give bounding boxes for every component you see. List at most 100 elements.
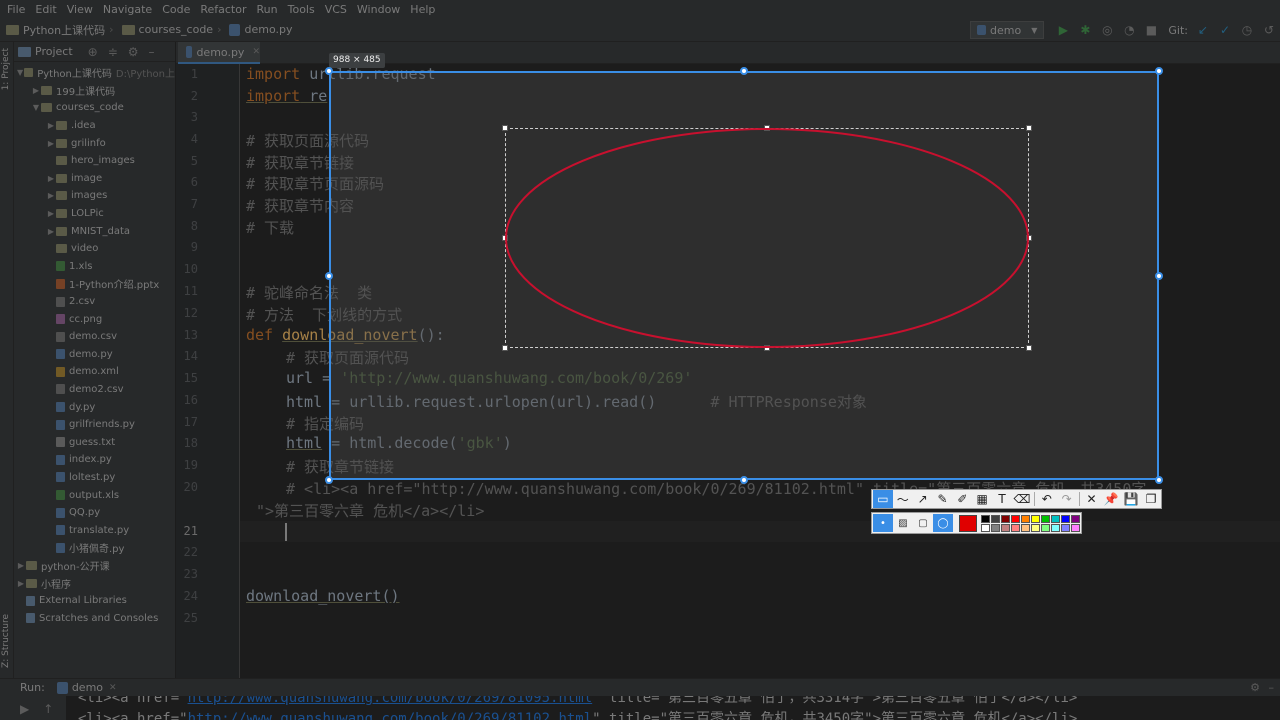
color-swatch[interactable]	[1071, 514, 1080, 523]
tree-item[interactable]: ▶ LOLPic	[14, 205, 175, 223]
mosaic-tool-icon[interactable]: ▦	[972, 490, 992, 508]
line-tool-icon[interactable]: 〜	[893, 490, 913, 508]
tree-item[interactable]: QQ.py	[14, 504, 175, 522]
text-tool-icon[interactable]: T	[992, 490, 1012, 508]
locate-icon[interactable]: ⊕	[88, 45, 98, 59]
git-commit-icon[interactable]: ✓	[1217, 23, 1233, 37]
resize-handle[interactable]	[325, 476, 333, 484]
tree-item[interactable]: 1.xls	[14, 258, 175, 276]
pen-tool-icon[interactable]: ✎	[933, 490, 953, 508]
tree-root[interactable]: ▼ Python上课代码 D:\Python上	[14, 64, 175, 82]
git-history-icon[interactable]: ◷	[1239, 23, 1255, 37]
color-swatch[interactable]	[1031, 523, 1040, 532]
tree-item[interactable]: index.py	[14, 451, 175, 469]
resize-handle[interactable]	[740, 476, 748, 484]
git-revert-icon[interactable]: ↺	[1261, 23, 1277, 37]
tree-item[interactable]: loltest.py	[14, 469, 175, 487]
run-console[interactable]: ▶ ↑ <li><a href="http://www.quanshuwang.…	[0, 696, 1280, 720]
color-swatch[interactable]	[981, 514, 990, 523]
debug-icon[interactable]: ✱	[1077, 23, 1093, 37]
menu-vcs[interactable]: VCS	[320, 3, 352, 16]
stop-icon[interactable]: ■	[1143, 23, 1159, 37]
shape-outline-icon[interactable]: ▢	[913, 514, 933, 532]
color-swatch[interactable]	[1041, 514, 1050, 523]
hide-icon[interactable]: –	[149, 45, 155, 59]
tree-item[interactable]: ▶ python-公开课	[14, 557, 175, 575]
tree-item[interactable]: ▶ 199上课代码	[14, 82, 175, 100]
color-swatch[interactable]	[1061, 514, 1070, 523]
stroke-size-small-icon[interactable]: •	[873, 514, 893, 532]
collapse-all-icon[interactable]: ≑	[108, 45, 118, 59]
tree-item[interactable]: Scratches and Consoles	[14, 609, 175, 627]
color-swatch[interactable]	[991, 523, 1000, 532]
copy-icon[interactable]: ❐	[1141, 490, 1161, 508]
tree-item[interactable]: ▶ .idea	[14, 117, 175, 135]
expand-arrow-icon[interactable]: ▶	[46, 191, 56, 200]
tab-demo-py[interactable]: demo.py ✕	[178, 42, 260, 64]
color-swatch[interactable]	[1071, 523, 1080, 532]
breadcrumb-project[interactable]: Python上课代码 ›	[6, 22, 118, 38]
menu-code[interactable]: Code	[157, 3, 195, 16]
resize-handle[interactable]	[1155, 67, 1163, 75]
menu-file[interactable]: File	[2, 3, 30, 16]
resize-handle[interactable]	[325, 271, 333, 280]
tree-item[interactable]: 小猪佩奇.py	[14, 539, 175, 557]
run-icon[interactable]: ▶	[1055, 23, 1071, 37]
profile-icon[interactable]: ◔	[1121, 23, 1137, 37]
tree-item[interactable]: demo.py	[14, 346, 175, 364]
fill-pattern-icon[interactable]: ▨	[893, 514, 913, 532]
ellipse-shape-icon[interactable]: ◯	[933, 514, 953, 532]
coverage-icon[interactable]: ◎	[1099, 23, 1115, 37]
tree-item[interactable]: demo.csv	[14, 328, 175, 346]
menu-run[interactable]: Run	[252, 3, 283, 16]
close-tab-icon[interactable]: ✕	[109, 683, 117, 693]
project-tool-window-button[interactable]: 1: Project	[1, 48, 11, 90]
expand-arrow-icon[interactable]: ▶	[16, 561, 26, 570]
tree-item[interactable]: External Libraries	[14, 592, 175, 610]
expand-arrow-icon[interactable]: ▶	[46, 209, 56, 218]
expand-arrow-icon[interactable]: ▶	[46, 121, 56, 130]
hide-icon[interactable]: –	[1269, 681, 1275, 694]
marker-tool-icon[interactable]: ✐	[952, 490, 972, 508]
cancel-icon[interactable]: ✕	[1082, 490, 1102, 508]
rerun-icon[interactable]: ▶	[20, 702, 29, 716]
color-swatch[interactable]	[1011, 514, 1020, 523]
color-swatch[interactable]	[1001, 514, 1010, 523]
run-configuration-select[interactable]: demo ▼	[970, 21, 1045, 39]
color-swatch[interactable]	[981, 523, 990, 532]
tree-item[interactable]: ▼ courses_code	[14, 99, 175, 117]
color-swatch[interactable]	[1031, 514, 1040, 523]
expand-arrow-icon[interactable]: ▶	[16, 579, 26, 588]
menu-tools[interactable]: Tools	[283, 3, 320, 16]
tree-item[interactable]: ▶ image	[14, 170, 175, 188]
tree-item[interactable]: ▶ images	[14, 187, 175, 205]
color-swatch[interactable]	[1001, 523, 1010, 532]
tree-item[interactable]: video	[14, 240, 175, 258]
resize-handle[interactable]	[325, 67, 333, 75]
menu-refactor[interactable]: Refactor	[195, 3, 251, 16]
color-swatch[interactable]	[991, 514, 1000, 523]
breadcrumb-folder[interactable]: courses_code ›	[121, 23, 226, 36]
menu-navigate[interactable]: Navigate	[98, 3, 157, 16]
color-swatch[interactable]	[1051, 514, 1060, 523]
tree-item[interactable]: grilfriends.py	[14, 416, 175, 434]
tree-item[interactable]: guess.txt	[14, 433, 175, 451]
pin-icon[interactable]: 📌	[1101, 490, 1121, 508]
resize-handle[interactable]	[740, 67, 748, 75]
run-tab-demo[interactable]: demo ✕	[56, 681, 117, 694]
tree-item[interactable]: ▶ 小程序	[14, 574, 175, 592]
expand-arrow-icon[interactable]: ▶	[46, 227, 56, 236]
tree-item[interactable]: 1-Python介绍.pptx	[14, 275, 175, 293]
redo-icon[interactable]: ↷	[1057, 490, 1077, 508]
tree-item[interactable]: dy.py	[14, 398, 175, 416]
resize-handle[interactable]	[1155, 476, 1163, 484]
breadcrumb-file[interactable]: demo.py	[229, 23, 292, 36]
tree-item[interactable]: demo2.csv	[14, 381, 175, 399]
expand-arrow-icon[interactable]: ▶	[46, 174, 56, 183]
expand-arrow-icon[interactable]: ▶	[46, 139, 56, 148]
close-tab-icon[interactable]: ✕	[252, 47, 260, 57]
tree-item[interactable]: demo.xml	[14, 363, 175, 381]
save-icon[interactable]: 💾	[1121, 490, 1141, 508]
menu-edit[interactable]: Edit	[30, 3, 61, 16]
color-swatch[interactable]	[1041, 523, 1050, 532]
